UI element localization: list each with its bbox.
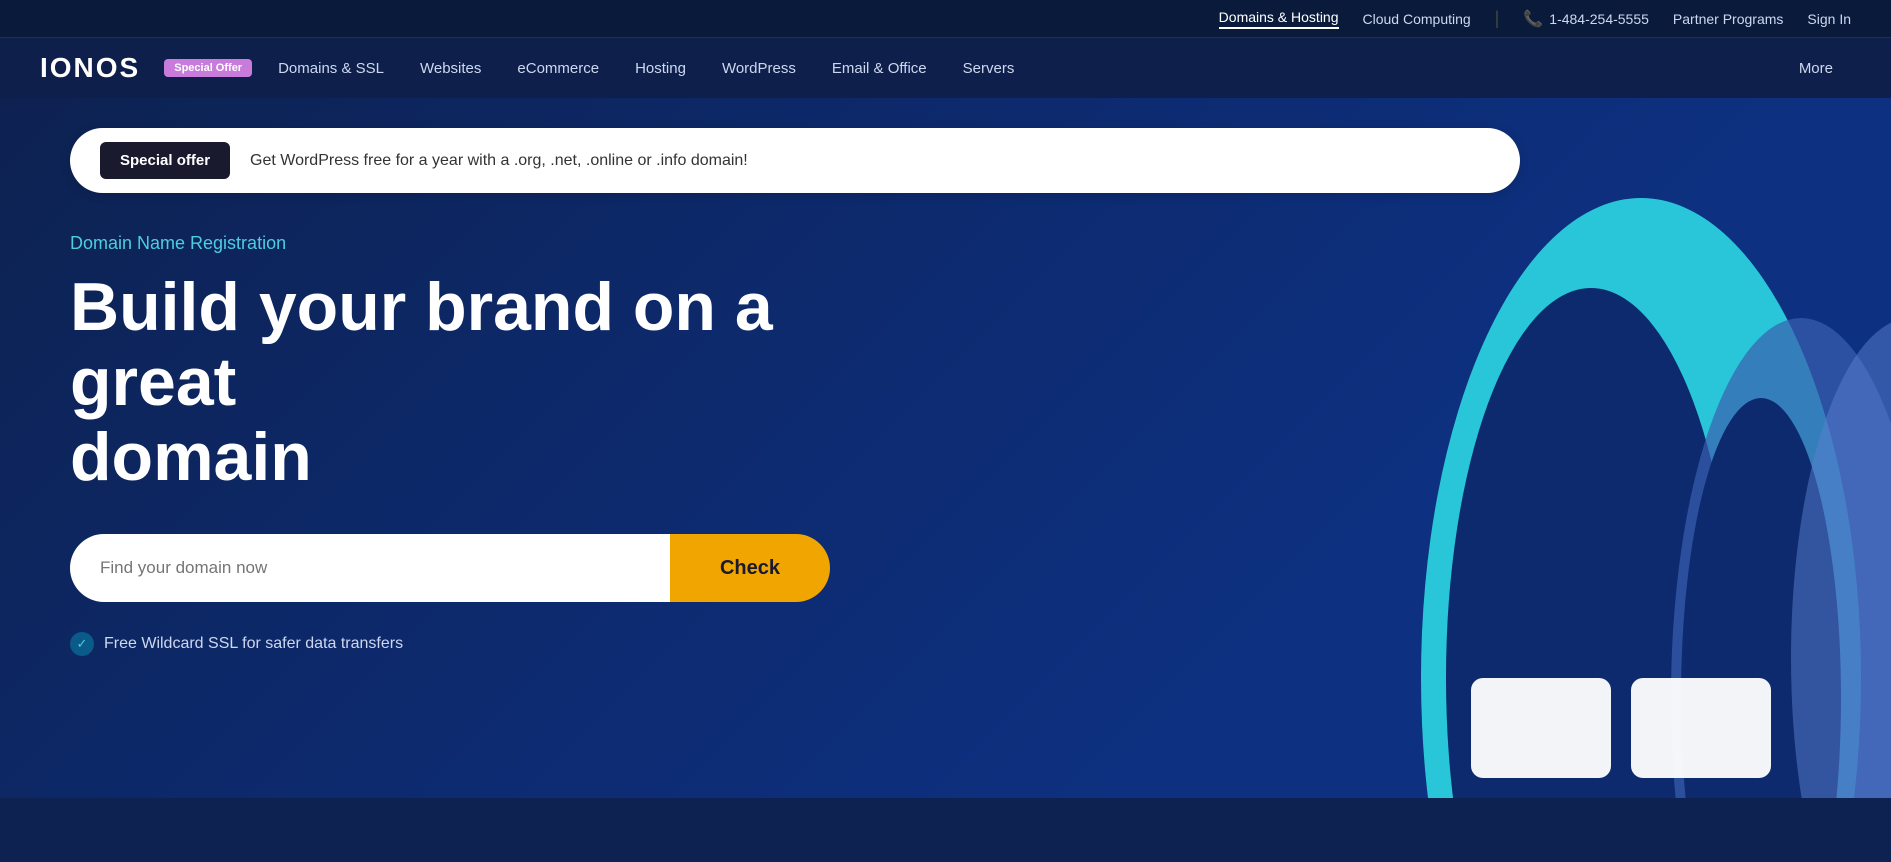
logo[interactable]: IONOS [40, 52, 140, 84]
top-nav-partner-programs[interactable]: Partner Programs [1673, 11, 1783, 27]
special-offer-badge[interactable]: Special Offer [164, 59, 252, 77]
ssl-notice: ✓ Free Wildcard SSL for safer data trans… [70, 632, 920, 656]
hero-section: Special offer Get WordPress free for a y… [0, 98, 1891, 798]
nav-bar: IONOS Special Offer Domains & SSL Websit… [0, 38, 1891, 98]
nav-link-email-office[interactable]: Email & Office [814, 38, 945, 98]
search-bar: Check [70, 534, 830, 602]
domain-search-input[interactable] [70, 534, 670, 602]
nav-link-ecommerce[interactable]: eCommerce [499, 38, 617, 98]
nav-link-servers[interactable]: Servers [945, 38, 1033, 98]
phone-icon: 📞 [1523, 9, 1543, 29]
hero-content: Domain Name Registration Build your bran… [70, 233, 920, 656]
top-nav-sign-in[interactable]: Sign In [1807, 11, 1851, 27]
divider: | [1495, 8, 1500, 29]
ssl-notice-text: Free Wildcard SSL for safer data transfe… [104, 635, 403, 653]
bottom-card-1 [1471, 678, 1611, 778]
domain-registration-label: Domain Name Registration [70, 233, 920, 254]
nav-links: Domains & SSL Websites eCommerce Hosting… [260, 38, 1851, 98]
bottom-card-2 [1631, 678, 1771, 778]
special-offer-label: Special offer [100, 142, 230, 179]
nav-link-hosting[interactable]: Hosting [617, 38, 704, 98]
nav-link-wordpress[interactable]: WordPress [704, 38, 814, 98]
top-bar: Domains & Hosting Cloud Computing | 📞 1-… [0, 0, 1891, 38]
phone-number[interactable]: 1-484-254-5555 [1549, 11, 1649, 27]
domain-search-button[interactable]: Check [670, 534, 830, 602]
top-nav-domains-hosting[interactable]: Domains & Hosting [1219, 9, 1339, 29]
check-icon: ✓ [70, 632, 94, 656]
top-nav-cloud-computing[interactable]: Cloud Computing [1363, 11, 1471, 27]
special-offer-banner[interactable]: Special offer Get WordPress free for a y… [70, 128, 1520, 193]
bottom-cards [1471, 678, 1771, 778]
nav-link-domains-ssl[interactable]: Domains & SSL [260, 38, 402, 98]
special-offer-text: Get WordPress free for a year with a .or… [250, 152, 748, 170]
phone-area: 📞 1-484-254-5555 [1523, 9, 1649, 29]
nav-link-more[interactable]: More [1781, 38, 1851, 98]
hero-title: Build your brand on a great domain [70, 270, 920, 494]
nav-link-websites[interactable]: Websites [402, 38, 499, 98]
